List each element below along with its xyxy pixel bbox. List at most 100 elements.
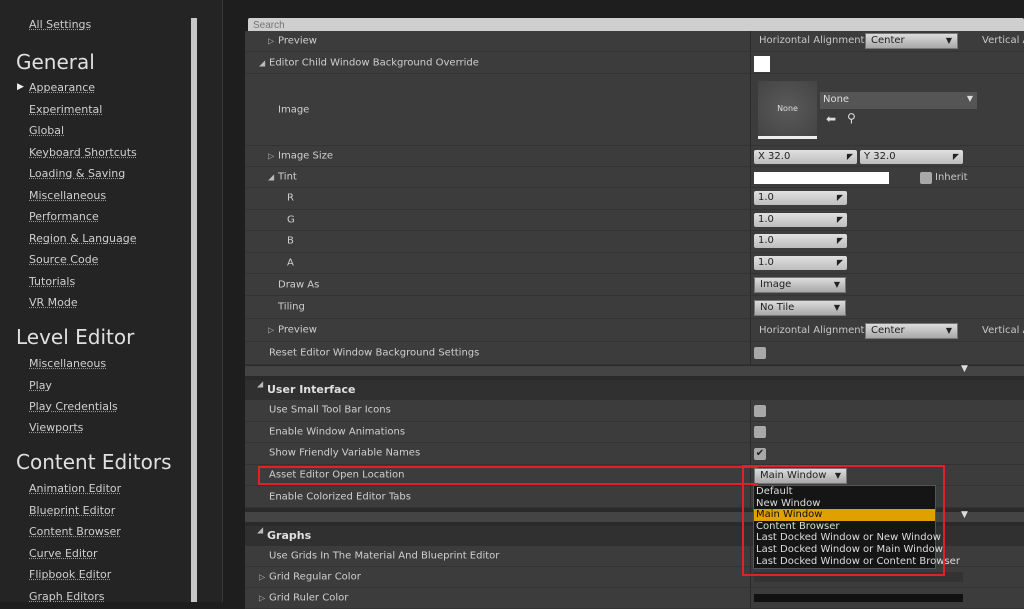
use-selected-arrow-icon[interactable]: ⬅ (826, 112, 836, 126)
tint-a-field[interactable]: 1.0 ◤ (754, 255, 847, 270)
numeric-value: 1.0 (758, 213, 774, 225)
horizontal-alignment-dropdown[interactable]: Center ▼ (865, 33, 958, 49)
draw-as-dropdown[interactable]: Image ▼ (754, 277, 846, 293)
property-label: Draw As (278, 279, 320, 290)
combo-value: Center (871, 35, 905, 46)
collapse-arrow-icon[interactable]: ◢ (259, 58, 265, 67)
browse-search-icon[interactable]: ⚲ (847, 111, 856, 125)
horizontal-alignment-dropdown[interactable]: Center ▼ (865, 323, 958, 339)
inherit-label: Inherit (935, 172, 968, 183)
sidebar-item[interactable]: Blueprint Editor (29, 504, 115, 517)
dropdown-arrow-icon: ▼ (833, 280, 840, 289)
column-divider (750, 588, 751, 608)
property-row: Enable Window Animations (245, 421, 1024, 444)
drag-handle-icon[interactable]: ◤ (953, 150, 959, 164)
sidebar-item[interactable]: VR Mode (29, 296, 78, 309)
column-divider (750, 274, 751, 295)
numeric-value: 1.0 (758, 235, 774, 246)
category-user-interface[interactable]: ◢ User Interface (245, 380, 1024, 400)
numeric-value: 32.0 (768, 151, 791, 162)
column-divider (750, 252, 751, 273)
sidebar-item[interactable]: Tutorials (29, 275, 75, 288)
sidebar-item[interactable]: Graph Editors (29, 590, 105, 603)
tint-b-field[interactable]: 1.0 ◤ (754, 234, 847, 248)
column-divider (750, 443, 751, 464)
property-label: A (287, 257, 294, 269)
drag-handle-icon[interactable]: ◤ (837, 213, 843, 227)
selected-arrow-icon: ▶ (17, 82, 24, 92)
drag-handle-icon[interactable]: ◤ (847, 150, 853, 164)
collapse-arrow-icon[interactable]: ◢ (257, 526, 263, 535)
drag-handle-icon[interactable]: ◤ (837, 234, 843, 248)
property-label: G (287, 214, 295, 226)
reset-checkbox[interactable] (754, 347, 766, 359)
property-row: Use Small Tool Bar Icons (245, 400, 1024, 422)
chevron-down-icon[interactable]: ▼ (961, 364, 968, 374)
sidebar-item[interactable]: Performance (29, 210, 99, 223)
sidebar-item[interactable]: Animation Editor (29, 482, 121, 495)
property-label: Editor Child Window Background Override (269, 57, 479, 68)
column-divider (750, 188, 751, 209)
property-row: Reset Editor Window Background Settings (245, 342, 1024, 365)
sidebar-item[interactable]: Flipbook Editor (29, 568, 111, 581)
sidebar-item[interactable]: Loading & Saving (29, 167, 125, 180)
expand-arrow-icon[interactable]: ▷ (268, 152, 274, 161)
image-size-y-field[interactable]: Y 32.0 ◤ (860, 150, 963, 164)
property-label: B (287, 235, 294, 247)
expand-arrow-icon[interactable]: ▷ (259, 594, 265, 603)
property-label: Enable Window Animations (269, 426, 406, 438)
tint-color-swatch[interactable] (754, 172, 889, 184)
numeric-value: 1.0 (758, 256, 774, 268)
column-divider (750, 421, 751, 443)
collapse-arrow-icon[interactable]: ◢ (268, 173, 274, 182)
property-row: G (245, 209, 1024, 231)
image-size-x-field[interactable]: X 32.0 ◤ (754, 150, 857, 164)
sidebar-item[interactable]: Region & Language (29, 232, 137, 245)
drag-handle-icon[interactable]: ◤ (837, 256, 843, 270)
color-swatch-white[interactable] (754, 56, 770, 72)
drag-handle-icon[interactable]: ◤ (837, 191, 843, 205)
column-divider (750, 167, 751, 187)
small-toolbar-icons-checkbox[interactable] (754, 405, 766, 417)
sidebar-item[interactable]: Content Browser (29, 525, 121, 538)
tint-r-field[interactable]: 1.0 ◤ (754, 191, 847, 205)
sidebar-scrollbar[interactable] (191, 18, 197, 602)
asset-thumbnail[interactable]: None (758, 81, 817, 139)
advanced-expander[interactable]: ▼ (245, 364, 1024, 376)
expand-arrow-icon[interactable]: ▷ (268, 37, 274, 46)
vertical-alignment-label: Vertical A (982, 325, 1024, 336)
property-label: Use Small Tool Bar Icons (269, 404, 391, 416)
property-label: Image Size (278, 150, 334, 162)
friendly-names-checkbox[interactable]: ✔ (754, 448, 766, 460)
asset-picker-dropdown[interactable]: None ▼ (820, 92, 977, 109)
collapse-arrow-icon[interactable]: ◢ (257, 380, 263, 389)
checkmark-icon: ✔ (755, 448, 765, 459)
property-label: Preview (278, 324, 317, 336)
dropdown-arrow-icon: ▼ (966, 94, 973, 103)
sidebar-item[interactable]: Source Code (29, 253, 98, 266)
sidebar-item[interactable]: Viewports (29, 421, 83, 434)
property-label: Grid Regular Color (269, 571, 361, 583)
sidebar-item[interactable]: Global (29, 124, 64, 137)
sidebar-item[interactable]: Curve Editor (29, 547, 98, 560)
inherit-checkbox[interactable] (920, 172, 932, 184)
window-animations-checkbox[interactable] (754, 426, 766, 438)
sidebar-item[interactable]: Play (29, 379, 52, 392)
sidebar-all-settings[interactable]: All Settings (29, 18, 91, 31)
sidebar-item[interactable]: Miscellaneous (29, 189, 106, 202)
sidebar-item[interactable]: Play Credentials (29, 400, 118, 413)
sidebar-item[interactable]: Keyboard Shortcuts (29, 146, 137, 159)
expand-arrow-icon[interactable]: ▷ (259, 573, 265, 582)
property-label: Tint (278, 171, 297, 183)
tint-g-field[interactable]: 1.0 ◤ (754, 212, 847, 227)
property-label: Preview (278, 35, 317, 47)
sidebar-item[interactable]: Experimental (29, 103, 102, 116)
column-divider (750, 146, 751, 166)
expand-arrow-icon[interactable]: ▷ (268, 326, 274, 335)
tiling-dropdown[interactable]: No Tile ▼ (754, 300, 846, 316)
settings-sidebar: All Settings General Appearance ▶ Experiment… (0, 0, 222, 603)
sidebar-item[interactable]: Appearance (29, 81, 95, 94)
property-row: Draw As (245, 274, 1024, 296)
sidebar-item[interactable]: Miscellaneous (29, 357, 106, 370)
chevron-down-icon[interactable]: ▼ (961, 510, 968, 520)
